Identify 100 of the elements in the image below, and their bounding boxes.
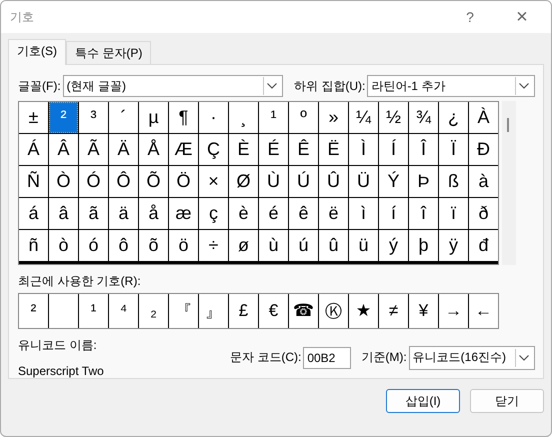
symbol-cell[interactable]: ô bbox=[109, 230, 138, 261]
symbol-cell[interactable]: Å bbox=[139, 134, 168, 165]
symbol-cell[interactable]: Ì bbox=[349, 134, 378, 165]
symbol-cell[interactable]: Ã bbox=[79, 134, 108, 165]
symbol-cell[interactable]: Ë bbox=[319, 134, 348, 165]
symbol-cell[interactable]: ç bbox=[199, 198, 228, 229]
symbol-cell[interactable]: ã bbox=[79, 198, 108, 229]
symbol-cell[interactable]: ³ bbox=[79, 102, 108, 133]
symbol-cell[interactable]: Ê bbox=[289, 134, 318, 165]
symbol-cell[interactable]: ß bbox=[439, 166, 468, 197]
recent-symbol-cell[interactable]: Ⓚ bbox=[319, 294, 348, 328]
symbol-cell[interactable]: ñ bbox=[19, 230, 48, 261]
symbol-cell[interactable]: ú bbox=[289, 230, 318, 261]
symbol-cell[interactable]: ì bbox=[349, 198, 378, 229]
symbol-cell[interactable]: Ç bbox=[199, 134, 228, 165]
symbol-cell[interactable]: Ï bbox=[439, 134, 468, 165]
symbol-cell[interactable]: ÿ bbox=[439, 230, 468, 261]
symbol-cell[interactable]: ¾ bbox=[409, 102, 438, 133]
recent-symbol-cell[interactable]: £ bbox=[229, 294, 258, 328]
symbol-cell[interactable]: È bbox=[229, 134, 258, 165]
symbol-cell[interactable]: Í bbox=[379, 134, 408, 165]
recent-symbol-cell[interactable]: ¥ bbox=[409, 294, 438, 328]
symbol-cell[interactable]: Ñ bbox=[19, 166, 48, 197]
symbol-cell[interactable]: ø bbox=[229, 230, 258, 261]
recent-symbol-cell[interactable]: 』 bbox=[199, 294, 228, 328]
symbol-cell[interactable]: ² bbox=[49, 102, 78, 133]
symbol-cell[interactable]: î bbox=[409, 198, 438, 229]
symbol-cell[interactable]: ¸ bbox=[229, 102, 258, 133]
symbol-cell[interactable]: · bbox=[199, 102, 228, 133]
symbol-cell[interactable]: Â bbox=[49, 134, 78, 165]
symbol-cell[interactable]: Þ bbox=[409, 166, 438, 197]
char-code-field[interactable]: 00B2 bbox=[303, 346, 352, 368]
symbol-cell[interactable]: ê bbox=[289, 198, 318, 229]
recent-symbol-cell[interactable]: ¹ bbox=[79, 294, 108, 328]
symbol-cell[interactable]: ¹ bbox=[259, 102, 288, 133]
symbol-cell[interactable]: û bbox=[319, 230, 348, 261]
subset-dropdown[interactable]: 라틴어-1 추가 bbox=[367, 75, 535, 97]
symbol-cell[interactable]: å bbox=[139, 198, 168, 229]
recent-symbol-cell[interactable]: → bbox=[439, 294, 468, 328]
symbol-cell[interactable]: ð bbox=[469, 198, 498, 229]
font-dropdown[interactable]: (현재 글꼴) bbox=[62, 75, 283, 97]
symbol-cell[interactable]: Ð bbox=[469, 134, 498, 165]
from-dropdown[interactable]: 유니코드(16진수) bbox=[408, 346, 535, 370]
recent-symbol-cell[interactable]: ← bbox=[469, 294, 498, 328]
symbol-cell[interactable]: à bbox=[469, 166, 498, 197]
symbol-cell[interactable]: Ù bbox=[259, 166, 288, 197]
dialog-button[interactable]: 닫기 bbox=[470, 389, 544, 413]
symbol-cell[interactable]: Ü bbox=[349, 166, 378, 197]
symbol-cell[interactable]: ÷ bbox=[199, 230, 228, 261]
symbol-cell[interactable]: ý bbox=[379, 230, 408, 261]
scrollbar-thumb[interactable] bbox=[507, 118, 509, 132]
recent-symbol-cell[interactable]: ⁴ bbox=[109, 294, 138, 328]
symbol-cell[interactable]: é bbox=[259, 198, 288, 229]
symbol-cell[interactable]: ó bbox=[79, 230, 108, 261]
symbol-cell[interactable]: í bbox=[379, 198, 408, 229]
symbol-cell[interactable]: á bbox=[19, 198, 48, 229]
symbol-cell[interactable]: ¶ bbox=[169, 102, 198, 133]
symbol-cell[interactable]: ´ bbox=[109, 102, 138, 133]
recent-symbol-cell[interactable]: € bbox=[259, 294, 288, 328]
symbol-cell[interactable]: æ bbox=[169, 198, 198, 229]
recent-symbol-cell[interactable]: ² bbox=[19, 294, 48, 328]
recent-symbol-cell[interactable]: ≠ bbox=[379, 294, 408, 328]
recent-symbol-cell[interactable]: ₂ bbox=[139, 294, 168, 328]
symbol-cell[interactable]: ë bbox=[319, 198, 348, 229]
recent-symbol-cell[interactable]: ☎ bbox=[289, 294, 318, 328]
recent-symbol-cell[interactable]: 『 bbox=[169, 294, 198, 328]
symbol-cell[interactable]: þ bbox=[409, 230, 438, 261]
symbol-cell[interactable]: Ú bbox=[289, 166, 318, 197]
symbol-cell[interactable]: ö bbox=[169, 230, 198, 261]
tab[interactable]: 특수 문자(P) bbox=[66, 41, 152, 64]
close-button[interactable]: × bbox=[493, 6, 551, 28]
symbol-cell[interactable]: Ý bbox=[379, 166, 408, 197]
symbol-cell[interactable]: Î bbox=[409, 134, 438, 165]
symbol-cell[interactable]: × bbox=[199, 166, 228, 197]
symbol-cell[interactable]: » bbox=[319, 102, 348, 133]
symbol-cell[interactable]: Á bbox=[19, 134, 48, 165]
symbol-cell[interactable]: Ö bbox=[169, 166, 198, 197]
symbol-cell[interactable]: ¼ bbox=[349, 102, 378, 133]
symbol-cell[interactable]: É bbox=[259, 134, 288, 165]
symbol-cell[interactable]: ½ bbox=[379, 102, 408, 133]
symbol-cell[interactable]: º bbox=[289, 102, 318, 133]
symbol-cell[interactable]: ù bbox=[259, 230, 288, 261]
empty-symbol-cell[interactable] bbox=[49, 294, 78, 328]
symbol-cell[interactable]: ± bbox=[19, 102, 48, 133]
symbol-cell[interactable]: Ô bbox=[109, 166, 138, 197]
symbol-cell[interactable]: ü bbox=[349, 230, 378, 261]
symbol-cell[interactable]: ¿ bbox=[439, 102, 468, 133]
tab[interactable]: 기호(S) bbox=[8, 39, 66, 65]
symbol-cell[interactable]: ä bbox=[109, 198, 138, 229]
symbol-cell[interactable]: Õ bbox=[139, 166, 168, 197]
symbol-cell[interactable]: Û bbox=[319, 166, 348, 197]
symbol-cell[interactable]: đ bbox=[469, 230, 498, 261]
symbol-cell[interactable]: Ó bbox=[79, 166, 108, 197]
symbol-cell[interactable]: Ø bbox=[229, 166, 258, 197]
symbol-cell[interactable]: Æ bbox=[169, 134, 198, 165]
symbol-cell[interactable]: è bbox=[229, 198, 258, 229]
symbol-cell[interactable]: À bbox=[469, 102, 498, 133]
dialog-button[interactable]: 삽입(I) bbox=[386, 389, 460, 413]
symbol-cell[interactable]: õ bbox=[139, 230, 168, 261]
help-button[interactable]: ? bbox=[447, 9, 493, 25]
